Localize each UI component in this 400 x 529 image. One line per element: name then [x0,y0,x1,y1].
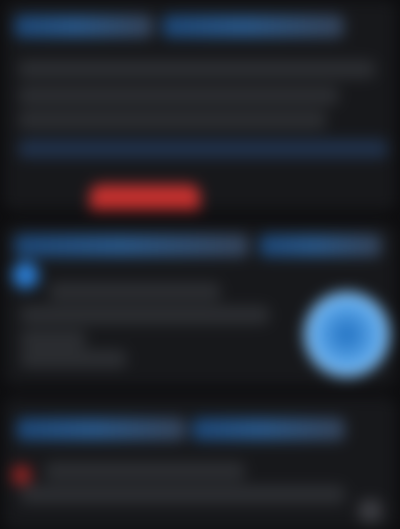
post-meta-line [18,139,388,158]
post-text-line [20,305,270,325]
post-text-line [20,485,345,504]
feed-view [0,0,400,529]
post-text-line [18,111,327,130]
post-card-1[interactable] [4,0,396,210]
post-title-line-2 [259,234,382,257]
post-text-line [49,282,221,301]
post-title-line [16,418,186,441]
post-text-line [18,60,376,79]
post-title-line-2 [191,418,345,441]
primary-action-button[interactable] [89,184,200,210]
avatar-icon [12,262,39,289]
post-title-line [14,234,249,257]
post-text-line [20,349,127,369]
post-text-line [20,330,86,349]
status-icon [304,291,390,378]
post-text-line [18,86,339,105]
post-text-line [44,461,245,481]
post-card-3[interactable] [4,397,396,529]
post-title-line-2 [162,15,344,38]
alert-icon [12,466,31,485]
more-button[interactable] [359,499,382,523]
post-title-line [14,15,154,38]
